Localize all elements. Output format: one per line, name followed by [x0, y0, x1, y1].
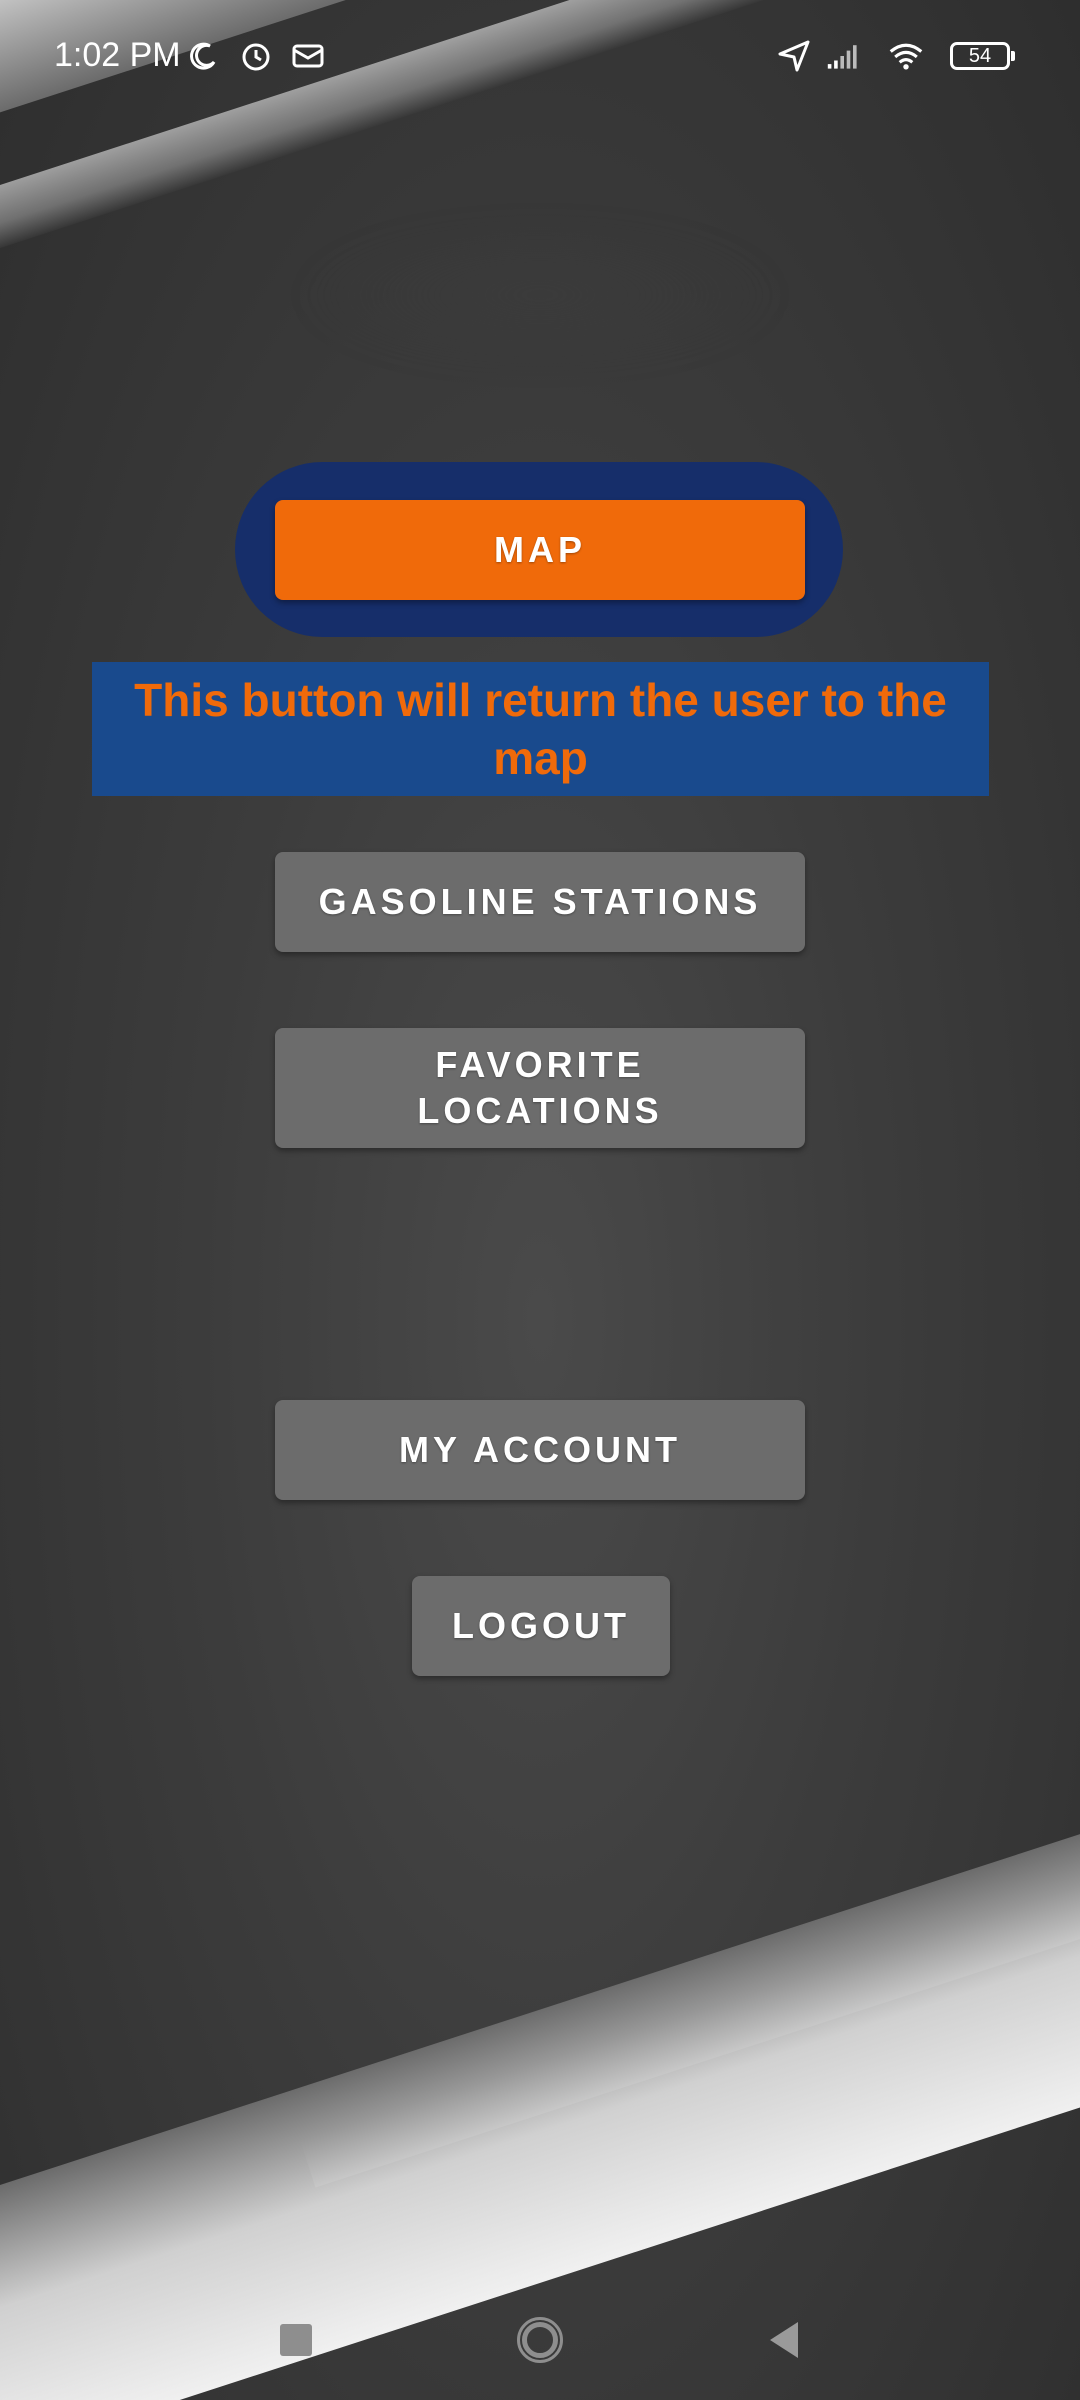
wifi-icon: [888, 38, 924, 74]
moon-icon: [186, 38, 222, 74]
signal-icon: [826, 38, 862, 74]
system-nav-bar: [0, 2270, 1080, 2400]
alarm-icon: [238, 38, 274, 74]
tooltip-text: This button will return the user to the …: [134, 674, 947, 784]
map-button[interactable]: MAP: [275, 500, 805, 600]
map-tooltip: This button will return the user to the …: [92, 662, 989, 796]
battery-level: 54: [968, 44, 992, 67]
recents-square-icon: [280, 2324, 312, 2356]
recents-button[interactable]: [266, 2310, 326, 2370]
my-account-button[interactable]: MY ACCOUNT: [275, 1400, 805, 1500]
back-triangle-icon: [770, 2322, 798, 2358]
favorite-locations-button[interactable]: FAVORITE LOCATIONS: [275, 1028, 805, 1148]
status-time: 1:02 PM: [54, 36, 181, 74]
status-bar: 1:02 PM 54: [0, 0, 1080, 110]
back-button[interactable]: [754, 2310, 814, 2370]
location-arrow-icon: [776, 38, 812, 74]
battery-icon: 54: [950, 42, 1015, 70]
home-button[interactable]: [510, 2310, 570, 2370]
favorite-locations-label: FAVORITE LOCATIONS: [417, 1044, 663, 1131]
app-screen: 1:02 PM 54 MAP This button will return t…: [0, 0, 1080, 2400]
mail-icon: [290, 38, 326, 74]
logout-button[interactable]: LOGOUT: [412, 1576, 670, 1676]
home-circle-icon: [517, 2317, 563, 2363]
blurred-header: [300, 220, 780, 370]
gasoline-stations-button[interactable]: GASOLINE STATIONS: [275, 852, 805, 952]
